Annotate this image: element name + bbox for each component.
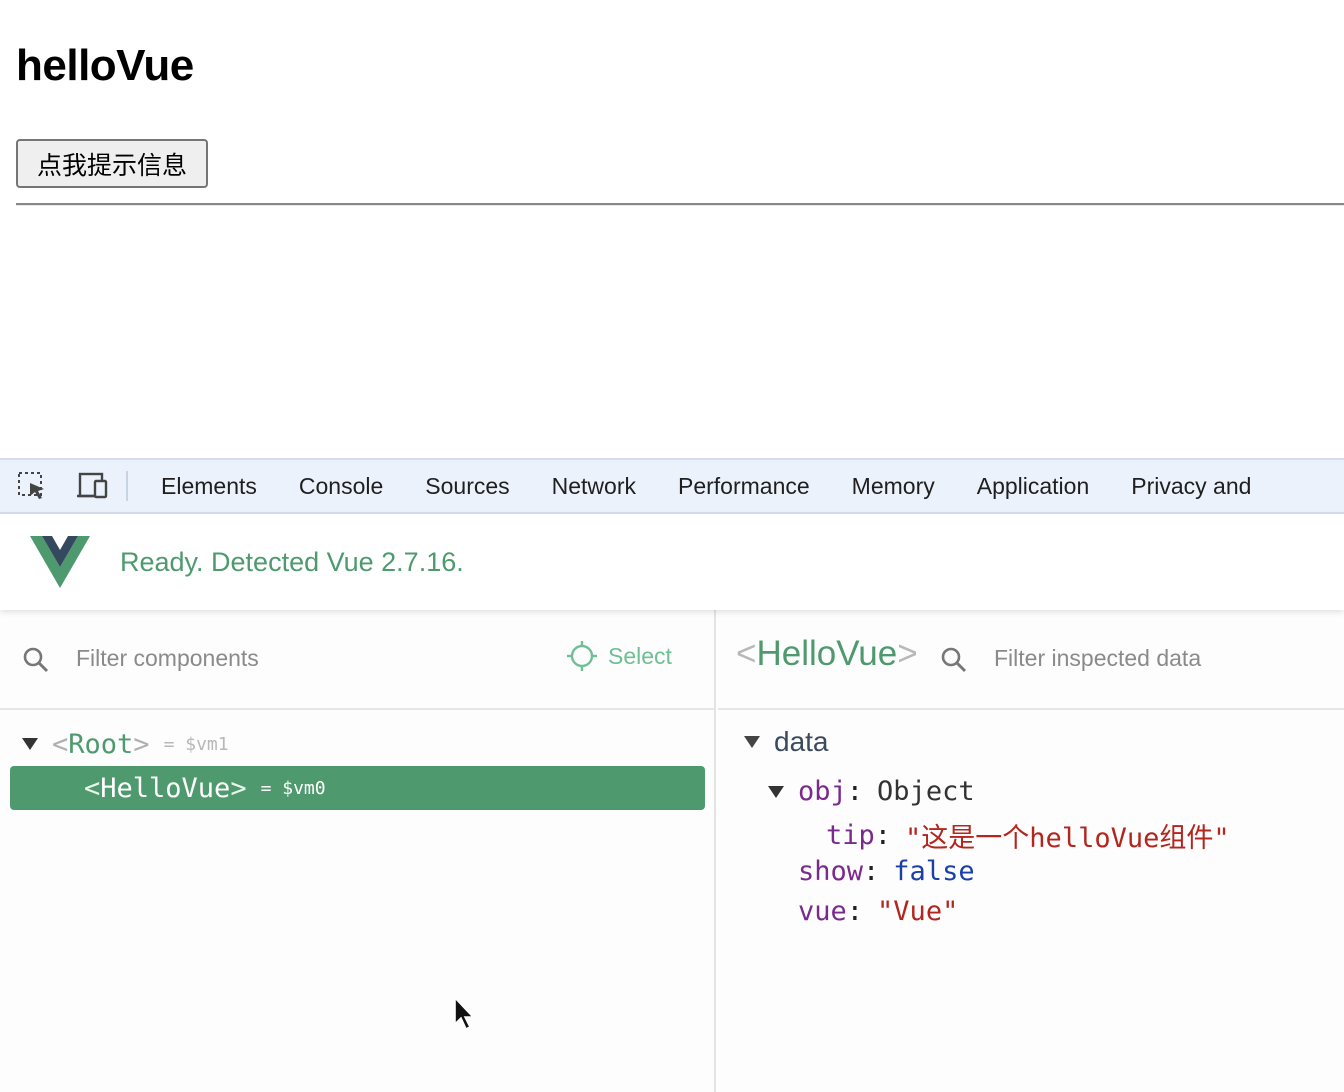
tag-close: >: [133, 728, 150, 760]
tag-open: <: [52, 728, 69, 760]
tag-close: >: [897, 634, 918, 673]
vue-status-text: Ready. Detected Vue 2.7.16.: [120, 547, 464, 577]
tree-node-root[interactable]: < Root > = $vm1: [22, 722, 229, 766]
vue-logo-icon: [30, 536, 90, 588]
show-tip-button[interactable]: 点我提示信息: [16, 139, 208, 188]
prop-value: false: [893, 856, 975, 887]
prop-tip[interactable]: tip: "这是一个helloVue组件": [826, 816, 1230, 855]
components-panel: Select <Root> = $vm1 <HelloVue> = $vm0: [0, 610, 716, 1092]
component-name: HelloVue: [100, 772, 231, 804]
data-section-header[interactable]: data: [744, 726, 829, 758]
tag-open: <: [736, 634, 757, 673]
devtools-tab-bar: Elements Console Sources Network Perform…: [0, 458, 1344, 514]
filter-components-input[interactable]: [76, 640, 536, 676]
search-icon: [941, 647, 967, 673]
mouse-cursor-icon: [454, 996, 475, 1031]
colon: :: [846, 776, 864, 807]
prop-show[interactable]: show: false: [798, 856, 975, 887]
tag-open: <: [84, 772, 101, 804]
colon: :: [874, 820, 892, 851]
prop-key: tip: [826, 820, 875, 851]
tab-sources[interactable]: Sources: [404, 460, 530, 512]
prop-vue[interactable]: vue: "Vue": [798, 896, 958, 927]
tab-performance[interactable]: Performance: [657, 460, 831, 512]
components-toolbar: Select: [0, 610, 714, 710]
prop-key: vue: [798, 896, 847, 927]
search-icon: [23, 647, 49, 673]
inspect-element-icon[interactable]: [0, 460, 64, 512]
expand-caret-icon[interactable]: [768, 785, 784, 798]
prop-key: obj: [798, 776, 847, 807]
vue-devtools-panels: Select <Root> = $vm1 <HelloVue> = $vm0: [0, 610, 1344, 1092]
section-label: data: [774, 726, 829, 757]
toolbar-separator: [126, 471, 128, 501]
prop-value: "Vue": [877, 896, 959, 927]
prop-key: show: [798, 856, 864, 887]
prop-obj[interactable]: obj: Object: [768, 776, 975, 807]
page-title: helloVue: [16, 41, 194, 90]
expand-caret-icon[interactable]: [744, 736, 760, 748]
prop-value: Object: [877, 776, 975, 807]
crosshair-icon: [567, 641, 597, 671]
page-content: helloVue 点我提示信息: [0, 0, 1344, 458]
tab-memory[interactable]: Memory: [831, 460, 956, 512]
tab-console[interactable]: Console: [278, 460, 404, 512]
inspected-component-title: <HelloVue>: [736, 634, 918, 674]
tab-elements[interactable]: Elements: [140, 460, 278, 512]
tab-application[interactable]: Application: [956, 460, 1111, 512]
inspector-toolbar: <HelloVue>: [718, 610, 1344, 710]
vm-reference: = $vm1: [163, 733, 229, 755]
vue-devtools-header: Ready. Detected Vue 2.7.16.: [0, 514, 1344, 610]
inspected-component-name: HelloVue: [756, 634, 898, 673]
devtools-panel: Elements Console Sources Network Perform…: [0, 458, 1344, 1092]
tree-node-hellovue[interactable]: < HelloVue > = $vm0: [10, 766, 705, 810]
select-component-button[interactable]: Select: [566, 640, 672, 672]
inspector-panel: <HelloVue> data obj:Object t: [718, 610, 1344, 1092]
select-label: Select: [608, 642, 672, 669]
tab-privacy[interactable]: Privacy and: [1110, 460, 1272, 512]
tag-close: >: [230, 772, 247, 804]
expand-caret-icon[interactable]: [22, 738, 38, 750]
colon: :: [846, 896, 864, 927]
prop-value: "这是一个helloVue组件": [905, 823, 1230, 854]
component-name: Root: [68, 728, 134, 760]
vm-reference: = $vm0: [260, 777, 326, 799]
tab-network[interactable]: Network: [531, 460, 657, 512]
filter-inspected-data-input[interactable]: [994, 640, 1324, 676]
colon: :: [863, 856, 880, 887]
horizontal-rule: [16, 203, 1344, 206]
device-toolbar-icon[interactable]: [64, 460, 120, 512]
